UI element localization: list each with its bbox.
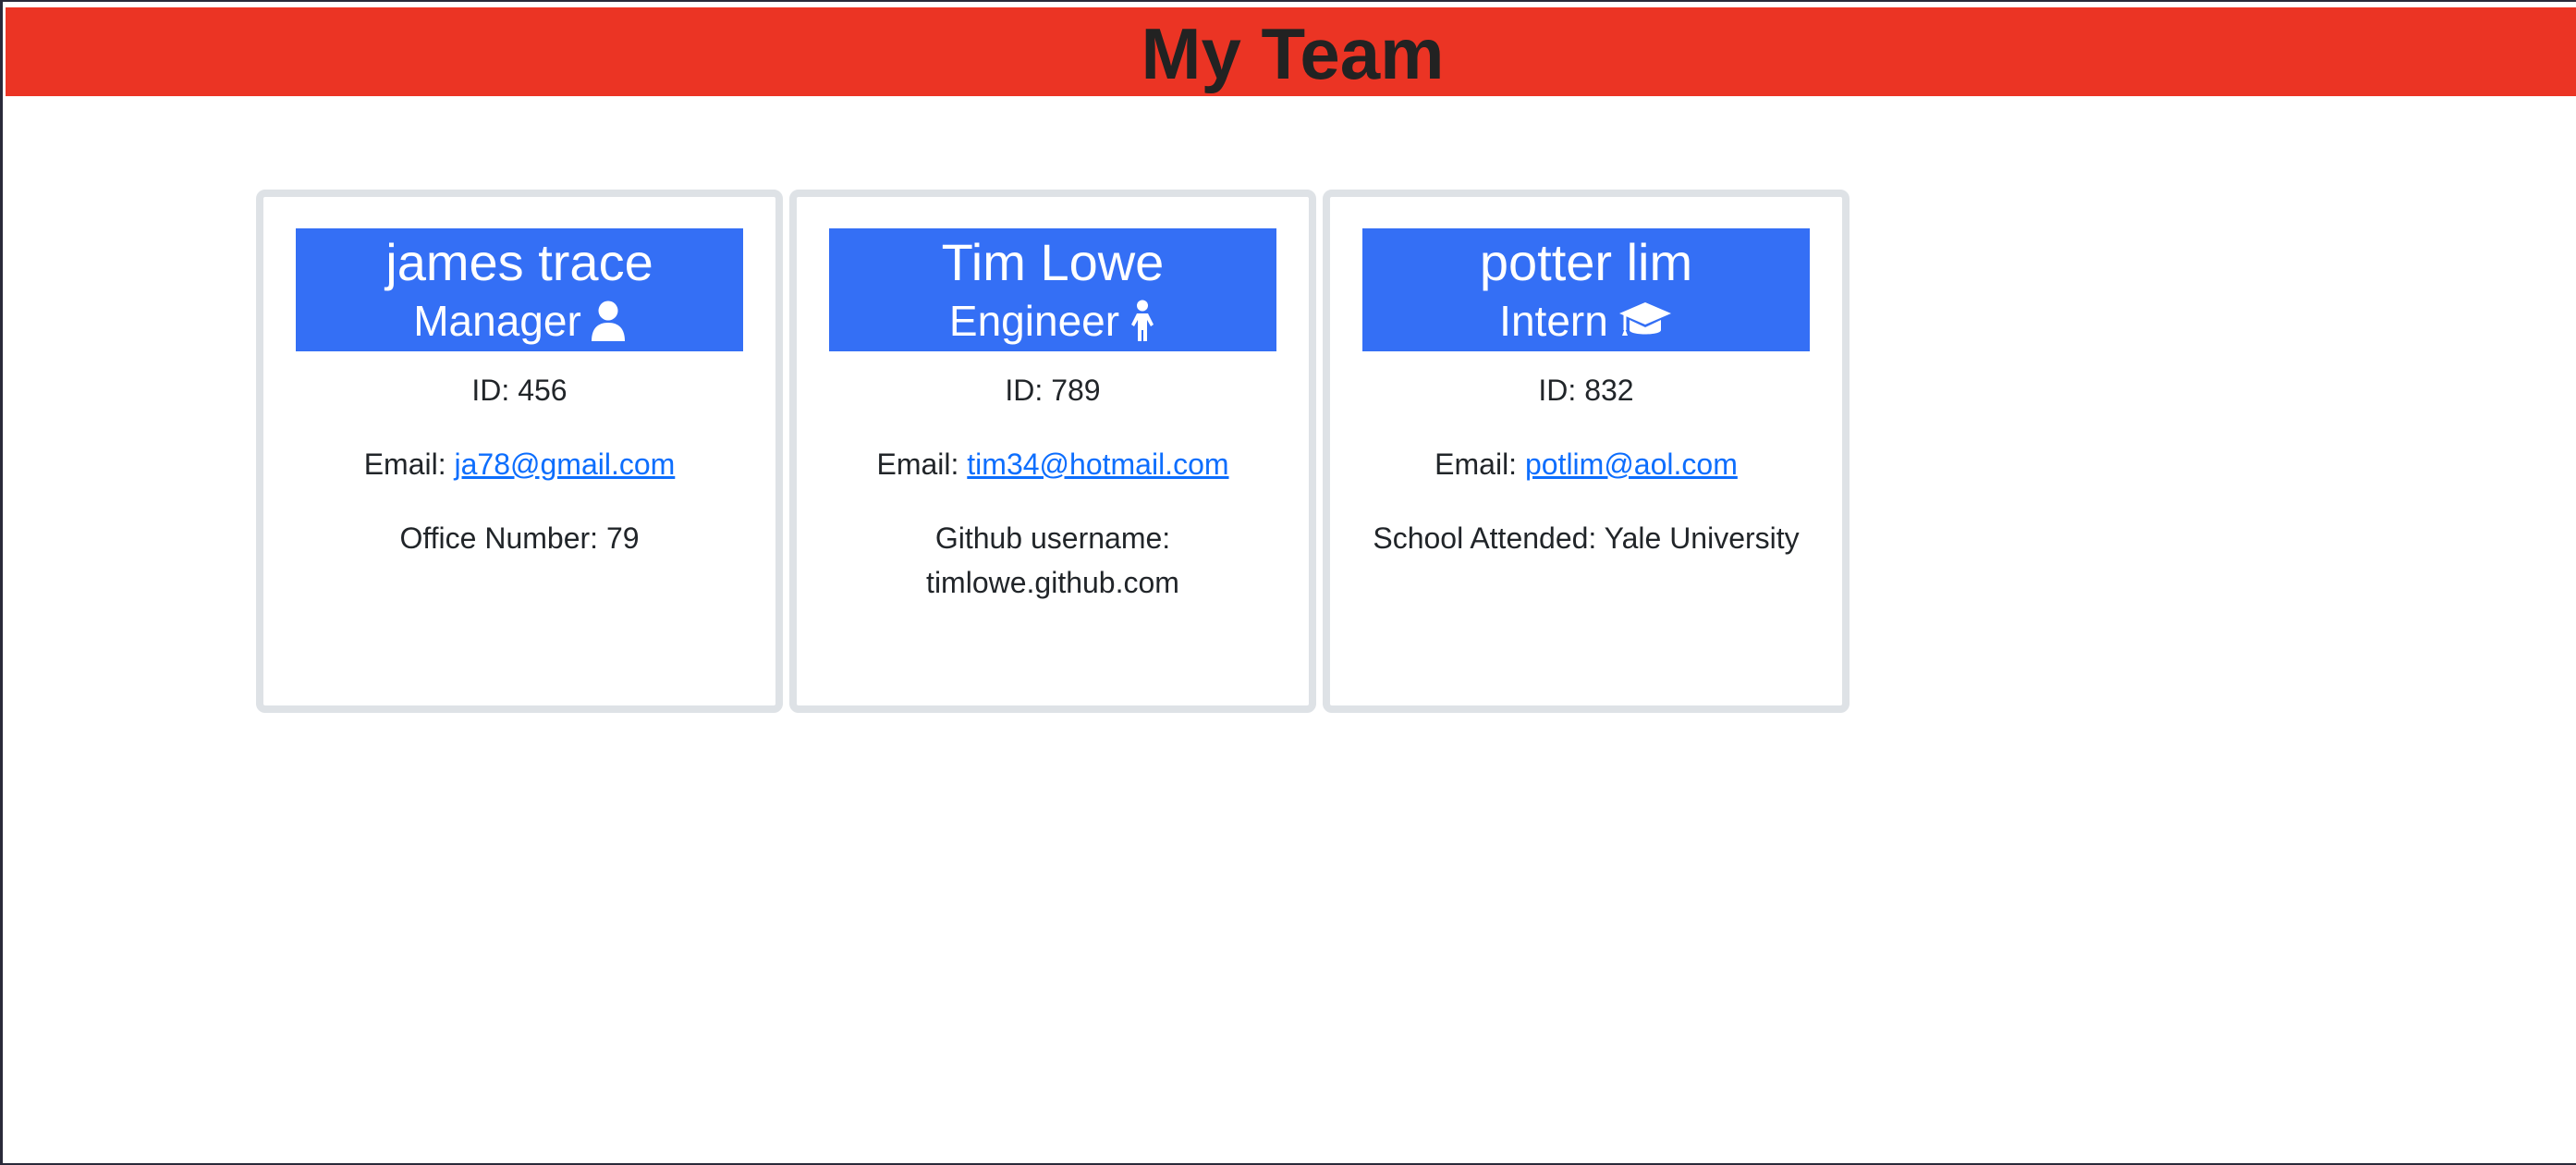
employee-role: Intern (1499, 300, 1673, 342)
graduation-cap-icon (1618, 300, 1673, 341)
github-line: Github username: timlowe.github.com (926, 521, 1179, 599)
team-cards: james trace Manager ID: 456 Email: ja78@… (256, 190, 1850, 713)
employee-email-line: Email: potlim@aol.com (1435, 448, 1738, 481)
employee-email-line: Email: tim34@hotmail.com (876, 448, 1229, 481)
card-body: ID: 789 Email: tim34@hotmail.com Github … (829, 368, 1276, 605)
person-icon (591, 300, 626, 341)
role-label: Manager (413, 296, 581, 345)
role-label: Engineer (948, 296, 1120, 345)
card-body: ID: 832 Email: potlim@aol.com School Att… (1362, 368, 1810, 560)
employee-role: Engineer (949, 300, 1156, 342)
employee-card-engineer: Tim Lowe Engineer ID: 789 Email: tim34@h… (789, 190, 1316, 713)
employee-role: Manager (413, 300, 626, 342)
child-icon (1129, 300, 1156, 342)
employee-email-link[interactable]: potlim@aol.com (1525, 448, 1738, 481)
employee-id: 832 (1584, 374, 1634, 407)
card-body: ID: 456 Email: ja78@gmail.com Office Num… (296, 368, 743, 560)
office-number: 79 (605, 521, 640, 555)
employee-id-line: ID: 832 (1538, 374, 1634, 407)
employee-name: james trace (385, 232, 653, 291)
card-header: potter lim Intern (1362, 228, 1810, 351)
employee-name: potter lim (1479, 232, 1693, 291)
employee-id-line: ID: 456 (471, 374, 568, 407)
employee-id: 789 (1051, 374, 1101, 407)
employee-email-link[interactable]: ja78@gmail.com (455, 448, 676, 481)
school-name: Yale University (1604, 521, 1800, 555)
school-line: School Attended: Yale University (1373, 521, 1800, 555)
employee-name: Tim Lowe (941, 232, 1165, 291)
employee-id: 456 (518, 374, 568, 407)
employee-id-line: ID: 789 (1005, 374, 1101, 407)
employee-card-intern: potter lim Intern ID: 832 Email: potlim@… (1323, 190, 1850, 713)
employee-email-link[interactable]: tim34@hotmail.com (967, 448, 1228, 481)
card-header: james trace Manager (296, 228, 743, 351)
page-title: My Team (1141, 13, 1445, 94)
role-label: Intern (1499, 296, 1608, 345)
github-username: timlowe.github.com (926, 566, 1179, 599)
employee-email-line: Email: ja78@gmail.com (363, 448, 676, 481)
card-header: Tim Lowe Engineer (829, 228, 1276, 351)
office-number-line: Office Number: 79 (399, 521, 640, 555)
employee-card-manager: james trace Manager ID: 456 Email: ja78@… (256, 190, 783, 713)
page-header: My Team (6, 7, 2576, 96)
